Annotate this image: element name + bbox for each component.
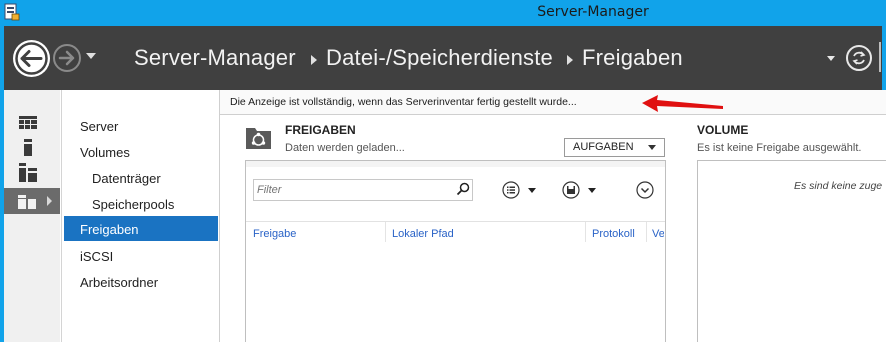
grid-header-line — [246, 221, 665, 222]
filter-input[interactable] — [257, 182, 447, 198]
back-button[interactable] — [13, 40, 50, 77]
column-header-truncated[interactable]: Ve — [652, 228, 664, 240]
refresh-button[interactable] — [846, 45, 872, 71]
shares-icon — [246, 128, 271, 149]
expand-icon[interactable] — [636, 181, 654, 199]
chevron-down-icon — [86, 53, 96, 59]
column-header-local-path[interactable]: Lokaler Pfad — [392, 228, 454, 240]
breadcrumb-item[interactable]: Server-Manager — [134, 45, 296, 71]
nav-item-volumes[interactable]: Volumes — [80, 145, 130, 160]
save-icon[interactable] — [562, 181, 580, 199]
column-separator — [385, 222, 386, 242]
banner-text: Die Anzeige ist vollständig, wenn das Se… — [230, 96, 577, 108]
nav-item-storage-pools[interactable]: Speicherpools — [92, 197, 174, 212]
column-separator — [646, 222, 647, 242]
tasks-button-label: AUFGABEN — [573, 141, 634, 153]
volume-empty-text: Es sind keine zuge — [794, 180, 883, 192]
nav-item-work-folders[interactable]: Arbeitsordner — [80, 275, 158, 290]
window-title: Server-Manager — [537, 4, 649, 20]
breadcrumb-item-current: Freigaben — [582, 45, 683, 70]
volume-status-text: Es ist keine Freigabe ausgewählt. — [697, 142, 862, 154]
column-header-protocol[interactable]: Protokoll — [592, 228, 635, 240]
chevron-down-icon[interactable] — [528, 188, 536, 193]
column-header-share[interactable]: Freigabe — [253, 228, 296, 240]
history-dropdown-button[interactable] — [86, 53, 96, 61]
breadcrumb-item[interactable]: Datei-/Speicherdienste — [326, 45, 553, 71]
annotation-arrow-icon — [642, 95, 723, 112]
chevron-down-icon[interactable] — [588, 188, 596, 193]
search-icon[interactable] — [455, 181, 471, 197]
shares-section-title: FREIGABEN — [285, 123, 356, 137]
back-icon — [15, 42, 48, 75]
volume-section-title: VOLUME — [697, 123, 749, 137]
title-bar: Server-Manager — [0, 0, 886, 26]
header-separator — [879, 42, 881, 72]
all-servers-icon[interactable] — [19, 163, 37, 182]
column-separator — [585, 222, 586, 242]
shares-status-text: Daten werden geladen... — [285, 142, 405, 154]
dashboard-icon[interactable] — [19, 116, 37, 130]
breadcrumb-separator-icon — [567, 55, 573, 65]
local-server-icon[interactable] — [24, 139, 32, 156]
forward-icon — [58, 50, 75, 66]
nav-item-server[interactable]: Server — [80, 119, 118, 134]
app-icon[interactable] — [3, 2, 21, 22]
nav-item-disks[interactable]: Datenträger — [92, 171, 161, 186]
breadcrumb-separator-icon — [311, 55, 317, 65]
forward-button[interactable] — [53, 44, 81, 72]
grid-top-strip — [246, 161, 665, 167]
header-dropdown-button[interactable] — [827, 56, 835, 61]
chevron-down-icon — [648, 145, 656, 150]
nav-item-iscsi[interactable]: iSCSI — [80, 249, 113, 264]
file-services-icon[interactable] — [18, 193, 52, 209]
list-view-icon[interactable] — [502, 181, 520, 199]
nav-item-shares[interactable]: Freigaben — [80, 222, 139, 237]
refresh-icon — [852, 51, 866, 65]
